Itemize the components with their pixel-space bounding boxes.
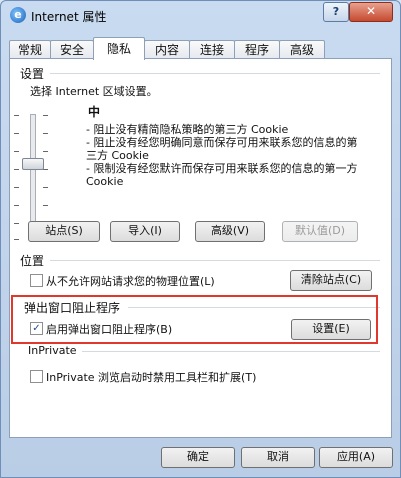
location-divider [50, 260, 380, 261]
clear-sites-button[interactable]: 清除站点(C) [290, 270, 372, 291]
tab-privacy[interactable]: 隐私 [93, 37, 145, 60]
inprivate-heading: InPrivate [28, 344, 77, 357]
tab-general[interactable]: 常规 [9, 40, 51, 59]
sites-button[interactable]: 站点(S) [28, 221, 100, 242]
advanced-button[interactable]: 高级(V) [195, 221, 265, 242]
tab-programs[interactable]: 程序 [234, 40, 280, 59]
settings-divider [50, 73, 380, 74]
window-title: Internet 属性 [31, 10, 107, 24]
privacy-level-label: 中 [88, 105, 101, 119]
default-button[interactable]: 默认值(D) [282, 221, 358, 242]
tab-advanced[interactable]: 高级 [279, 40, 325, 59]
internet-explorer-icon: e [10, 7, 26, 23]
apply-button[interactable]: 应用(A) [319, 447, 393, 468]
cancel-button[interactable]: 取消 [241, 447, 315, 468]
import-button[interactable]: 导入(I) [110, 221, 180, 242]
title-bar[interactable]: e Internet 属性 ? ✕ [1, 1, 400, 31]
ok-button[interactable]: 确定 [161, 447, 235, 468]
location-checkbox-label: 从不允许网站请求您的物理位置(L) [46, 275, 215, 288]
description-line: - 阻止没有经您明确同意而保存可用来联系您的信息的第三方 Cookie [86, 136, 358, 162]
inprivate-checkbox[interactable] [30, 370, 43, 383]
inprivate-checkbox-label: InPrivate 浏览启动时禁用工具栏和扩展(T) [46, 371, 257, 384]
description-line: - 限制没有经您默许而保存可用来联系您的信息的第一方 Cookie [86, 162, 358, 188]
tab-content[interactable]: 内容 [144, 40, 190, 59]
popup-blocker-highlight [11, 295, 378, 344]
tab-connections[interactable]: 连接 [189, 40, 235, 59]
dialog-window: e Internet 属性 ? ✕ 常规 安全 隐私 内容 连接 程序 高级 设… [0, 0, 401, 478]
location-checkbox[interactable] [30, 274, 43, 287]
help-button[interactable]: ? [323, 2, 349, 22]
tab-security[interactable]: 安全 [50, 40, 94, 59]
slider-thumb[interactable] [22, 158, 44, 170]
location-heading: 位置 [20, 254, 45, 268]
privacy-panel: 设置 选择 Internet 区域设置。 中 - 阻止没有精简隐私策略的第三方 … [9, 58, 392, 438]
close-button[interactable]: ✕ [349, 2, 393, 22]
description-line: - 阻止没有精简隐私策略的第三方 Cookie [86, 123, 289, 136]
inprivate-divider [82, 351, 380, 352]
privacy-descriptions: - 阻止没有精简隐私策略的第三方 Cookie - 阻止没有经您明确同意而保存可… [86, 123, 366, 188]
